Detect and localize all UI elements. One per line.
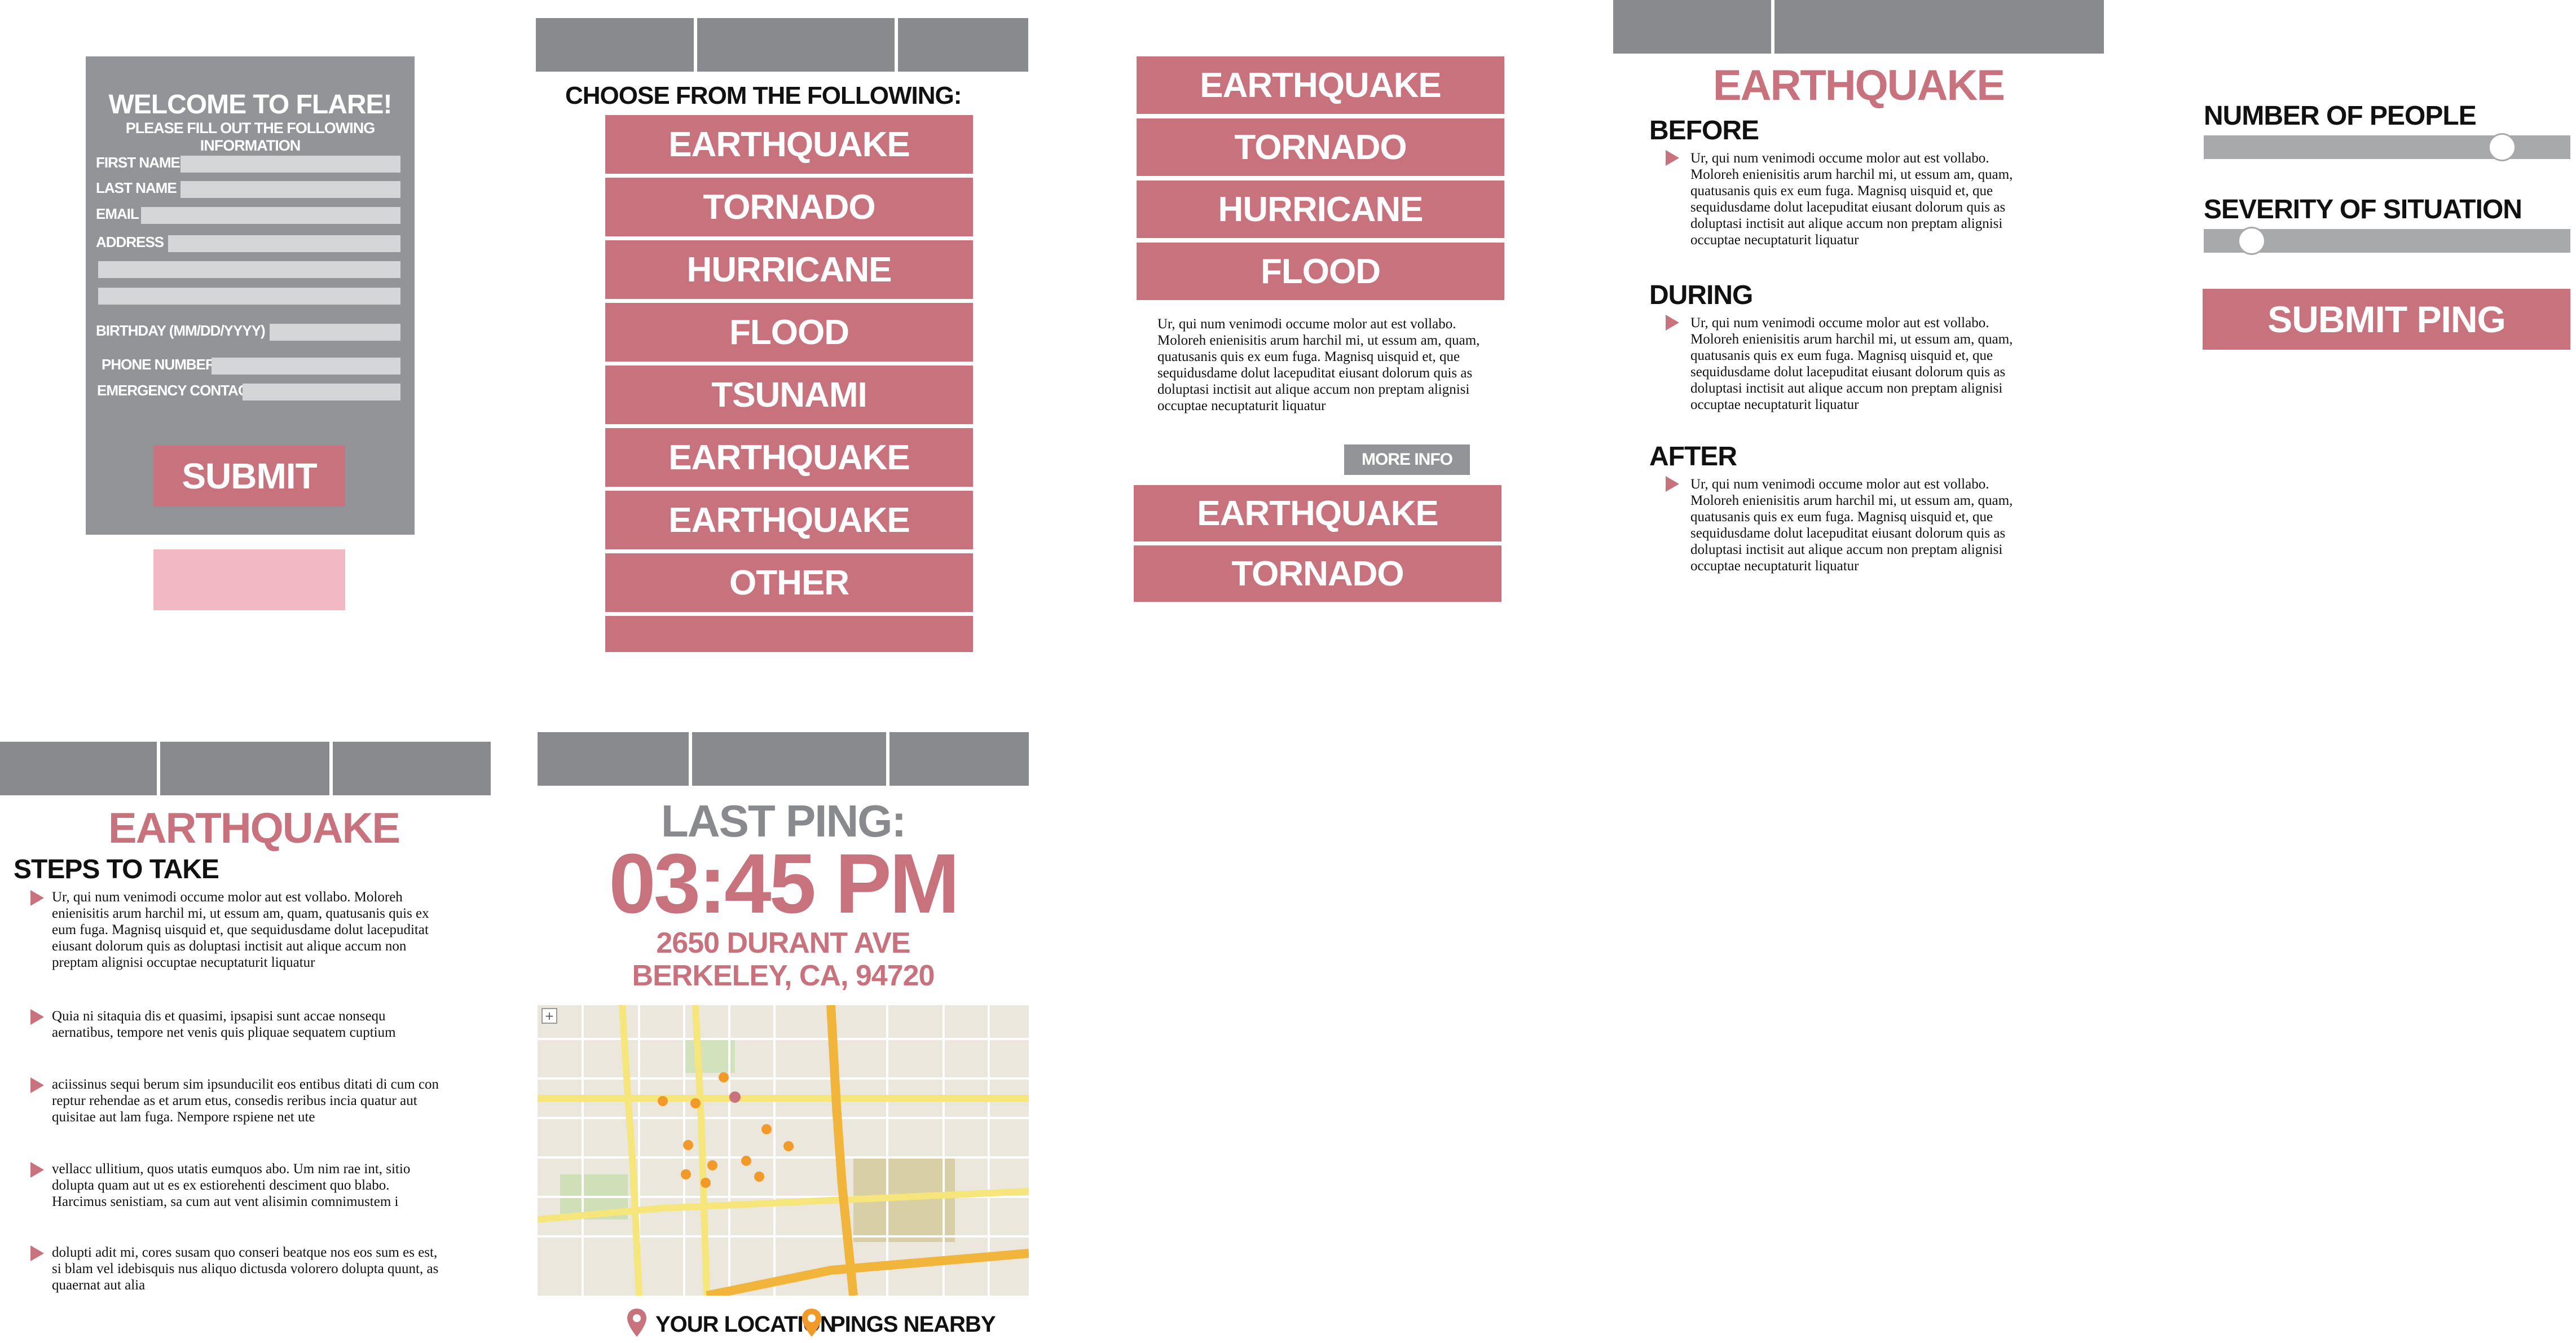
expanded-item-tornado[interactable]: TORNADO — [1137, 118, 1504, 176]
tab-2[interactable] — [697, 18, 895, 72]
bullet-icon — [30, 890, 44, 906]
section-heading-during: DURING — [1649, 280, 1753, 310]
map-graphic: + — [538, 1005, 1029, 1296]
choose-item-earthquake-2[interactable]: EARTHQUAKE — [605, 428, 973, 487]
last-name-label: LAST NAME — [96, 179, 177, 196]
steps-title: EARTHQUAKE — [108, 804, 400, 852]
tab-1[interactable] — [536, 18, 694, 72]
choose-item-other[interactable]: OTHER — [605, 553, 973, 612]
expanded-description: Ur, qui num venimodi occume molor aut es… — [1157, 316, 1480, 413]
step-item: Quia ni sitaquia dis et quasimi, ipsapis… — [52, 1009, 396, 1040]
people-slider[interactable] — [2204, 133, 2570, 161]
ping-address-line1: 2650 DURANT AVE — [656, 927, 910, 959]
address-label: ADDRESS — [96, 234, 164, 250]
emergency-label: EMERGENCY CONTACT — [97, 382, 257, 399]
address-line3-field[interactable] — [98, 288, 400, 305]
tab-1[interactable] — [1613, 0, 1771, 54]
tab-3[interactable] — [898, 18, 1028, 72]
step-item: aciissinus sequi berum sim ipsunducilit … — [52, 1077, 439, 1125]
address-line2-field[interactable] — [98, 261, 400, 278]
choose-item-earthquake-3[interactable]: EARTHQUAKE — [605, 491, 973, 549]
welcome-title: WELCOME TO FLARE! — [108, 90, 392, 120]
choose-item-flood[interactable]: FLOOD — [605, 303, 973, 362]
bullet-icon — [30, 1077, 44, 1093]
step-item: dolupti adit mi, cores susam quo conseri… — [52, 1245, 439, 1293]
severity-label: SEVERITY OF SITUATION — [2204, 195, 2522, 224]
submit-button[interactable]: SUBMIT — [153, 446, 345, 507]
expanded-item-hurricane[interactable]: HURRICANE — [1137, 180, 1504, 238]
section-text-before: Ur, qui num venimodi occume molor aut es… — [1690, 151, 2013, 248]
steps-heading: STEPS TO TAKE — [14, 855, 219, 884]
tab-3[interactable] — [890, 732, 1029, 786]
first-name-field[interactable] — [180, 156, 400, 173]
birthday-field[interactable] — [270, 324, 400, 341]
section-heading-after: AFTER — [1649, 442, 1737, 472]
pressed-button-state — [153, 549, 345, 610]
last-ping-time: 03:45 PM — [609, 836, 959, 931]
welcome-subtitle: PLEASE FILL OUT THE FOLLOWING INFORMATIO… — [125, 120, 375, 154]
choose-item-earthquake[interactable]: EARTHQUAKE — [605, 115, 973, 174]
ping-address-line2: BERKELEY, CA, 94720 — [632, 959, 935, 992]
severity-slider[interactable] — [2204, 227, 2570, 255]
section-heading-before: BEFORE — [1649, 116, 1759, 146]
tab-2[interactable] — [692, 732, 886, 786]
svg-text:+: + — [545, 1009, 554, 1023]
choose-item-tsunami[interactable]: TSUNAMI — [605, 366, 973, 424]
emergency-field[interactable] — [243, 384, 400, 400]
bullet-icon — [1666, 150, 1679, 166]
birthday-label: BIRTHDAY (MM/DD/YYYY) — [96, 322, 266, 339]
bullet-icon — [30, 1009, 44, 1025]
email-field[interactable] — [141, 207, 400, 224]
first-name-label: FIRST NAME — [96, 154, 180, 171]
bullet-icon — [1666, 476, 1679, 492]
people-label: NUMBER OF PEOPLE — [2204, 101, 2477, 131]
tab-2[interactable] — [160, 742, 329, 795]
step-item: Ur, qui num venimodi occume molor aut es… — [52, 890, 429, 970]
bullet-icon — [30, 1245, 44, 1261]
section-text-during: Ur, qui num venimodi occume molor aut es… — [1690, 315, 2013, 412]
phone-label: PHONE NUMBER — [102, 356, 216, 373]
detail-title: EARTHQUAKE — [1712, 61, 2005, 109]
submit-ping-button[interactable]: SUBMIT PING — [2203, 289, 2570, 350]
your-location-icon — [626, 1307, 648, 1338]
pings-nearby-icon — [801, 1307, 822, 1338]
top-tab-bar — [536, 18, 1028, 72]
map-view[interactable]: + — [538, 1005, 1029, 1296]
tab-1[interactable] — [0, 742, 157, 795]
last-name-field[interactable] — [180, 181, 400, 198]
top-tab-bar — [538, 732, 1029, 786]
people-slider-thumb[interactable] — [2488, 133, 2516, 161]
tab-1[interactable] — [538, 732, 689, 786]
expanded-item-tornado-2[interactable]: TORNADO — [1134, 545, 1501, 602]
tab-3[interactable] — [333, 742, 491, 795]
email-label: EMAIL — [96, 205, 139, 222]
bullet-icon — [1666, 315, 1679, 331]
top-tab-bar — [0, 742, 491, 795]
more-info-button[interactable]: MORE INFO — [1344, 444, 1470, 475]
severity-slider-thumb[interactable] — [2238, 227, 2266, 255]
step-item: vellacc ullitium, quos utatis eumquos ab… — [52, 1161, 411, 1209]
pings-nearby-label: PINGS NEARBY — [830, 1312, 996, 1337]
section-text-after: Ur, qui num venimodi occume molor aut es… — [1690, 477, 2013, 574]
choose-item-hurricane[interactable]: HURRICANE — [605, 240, 973, 299]
top-tab-bar — [1613, 0, 2104, 54]
choose-heading: CHOOSE FROM THE FOLLOWING: — [565, 82, 962, 109]
expanded-item-flood[interactable]: FLOOD — [1137, 243, 1504, 300]
address-field[interactable] — [168, 235, 400, 252]
tab-2[interactable] — [1774, 0, 2104, 54]
expanded-item-earthquake-2[interactable]: EARTHQUAKE — [1134, 485, 1501, 541]
phone-field[interactable] — [212, 358, 400, 375]
expanded-item-earthquake[interactable]: EARTHQUAKE — [1137, 56, 1504, 114]
choose-item-tornado[interactable]: TORNADO — [605, 178, 973, 236]
bullet-icon — [30, 1162, 44, 1178]
choose-item-partial[interactable] — [605, 616, 973, 652]
